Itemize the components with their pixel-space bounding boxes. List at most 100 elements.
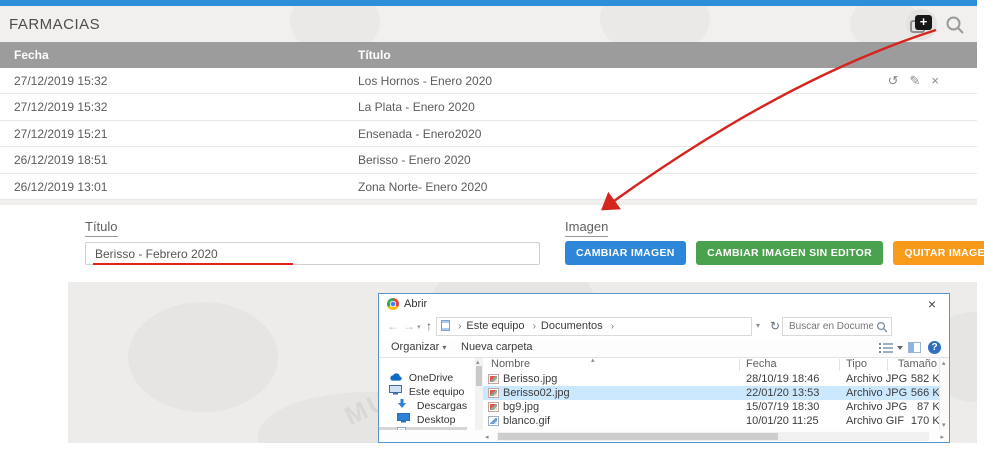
refresh-icon[interactable]: ↻: [770, 319, 780, 333]
column-header-fecha[interactable]: Fecha: [746, 358, 777, 370]
dialog-toolbar: Organizar ▾ Nueva carpeta ?: [379, 338, 949, 358]
file-row[interactable]: blanco.gif 10/01/20 11:25 Archivo GIF 17…: [483, 414, 945, 428]
cambiar-imagen-sin-editor-button[interactable]: CAMBIAR IMAGEN SIN EDITOR: [696, 241, 883, 265]
breadcrumb-folder[interactable]: Documentos: [541, 320, 603, 332]
column-header-fecha: Fecha: [14, 42, 49, 68]
preview-pane-icon[interactable]: [908, 342, 921, 353]
help-icon[interactable]: ?: [928, 341, 941, 354]
sidebar-item-onedrive[interactable]: OneDrive: [379, 371, 467, 385]
back-icon[interactable]: ←: [387, 319, 399, 333]
row-fecha: 27/12/2019 15:21: [14, 121, 107, 147]
sidebar-scrollbar[interactable]: ▴: [475, 358, 483, 430]
history-dropdown-icon[interactable]: ▾: [417, 323, 421, 331]
sidebar-item-label: Este equipo: [409, 386, 464, 398]
chevron-down-icon: ▾: [442, 343, 446, 352]
spellcheck-underline: [93, 263, 293, 265]
jpg-file-icon: [488, 402, 499, 412]
column-header-titulo: Título: [358, 42, 391, 68]
new-folder-button[interactable]: Nueva carpeta: [461, 338, 533, 357]
row-actions: ↺ ✎ ×: [877, 68, 939, 94]
chevron-right-icon: ›: [611, 321, 614, 332]
file-row[interactable]: bg9.jpg 15/07/19 18:30 Archivo JPG 87 KB: [483, 400, 945, 414]
file-list-vertical-scrollbar[interactable]: ▴ ▾: [939, 358, 950, 430]
row-titulo: Los Hornos - Enero 2020: [358, 68, 492, 94]
organize-label: Organizar: [391, 341, 439, 353]
row-fecha: 27/12/2019 15:32: [14, 68, 107, 94]
column-header-tipo[interactable]: Tipo: [846, 358, 867, 370]
table-row[interactable]: 26/12/2019 13:01 Zona Norte- Enero 2020: [0, 174, 977, 200]
scroll-down-icon[interactable]: ▾: [942, 421, 946, 429]
scroll-left-icon[interactable]: ◂: [485, 433, 489, 441]
file-date: 15/07/19 18:30: [746, 400, 819, 414]
file-size: 566 KB: [887, 386, 947, 400]
computer-icon: [389, 385, 403, 395]
horizontal-scrollbar[interactable]: [497, 432, 929, 441]
column-header-tamano[interactable]: Tamaño: [891, 358, 937, 370]
breadcrumb-device[interactable]: Este equipo: [466, 320, 524, 332]
breadcrumb[interactable]: › Este equipo › Documentos ›: [436, 317, 752, 336]
horizontal-scrollbar-row: ◂ ▸: [379, 430, 950, 443]
add-icon: +: [915, 15, 932, 30]
scroll-up-icon[interactable]: ▴: [942, 359, 946, 367]
scroll-right-icon[interactable]: ▸: [940, 433, 944, 441]
titulo-field-label: Título: [85, 219, 118, 237]
table-row[interactable]: 27/12/2019 15:32 La Plata - Enero 2020: [0, 94, 977, 120]
column-header-nombre[interactable]: Nombre: [491, 358, 530, 370]
sidebar-item-este-equipo[interactable]: Este equipo: [379, 385, 467, 399]
table-row[interactable]: 27/12/2019 15:21 Ensenada - Enero2020: [0, 121, 977, 147]
up-icon[interactable]: ↑: [426, 319, 432, 333]
chevron-right-icon: ›: [533, 321, 536, 332]
folder-location-icon: [441, 320, 450, 331]
onedrive-cloud-icon: [389, 372, 403, 381]
dialog-search-input[interactable]: [787, 319, 875, 334]
dialog-title: Abrir: [404, 298, 427, 310]
chrome-icon: [387, 298, 399, 310]
watermark-cloud-shape: [290, 6, 380, 42]
gif-file-icon: [488, 416, 499, 426]
address-dropdown-icon[interactable]: ▾: [756, 321, 760, 330]
table-header: Fecha Título: [0, 42, 977, 68]
quitar-imagen-button[interactable]: QUITAR IMAGEN: [893, 241, 984, 265]
file-row-selected[interactable]: Berisso02.jpg 22/01/20 13:53 Archivo JPG…: [483, 386, 945, 400]
row-titulo: Zona Norte- Enero 2020: [358, 174, 487, 200]
file-name: bg9.jpg: [503, 400, 539, 414]
organize-button[interactable]: Organizar ▾: [391, 338, 446, 357]
dialog-title-bar[interactable]: Abrir ×: [379, 294, 949, 315]
cambiar-imagen-button[interactable]: CAMBIAR IMAGEN: [565, 241, 686, 265]
edit-icon[interactable]: ✎: [910, 73, 921, 88]
row-titulo: Ensenada - Enero2020: [358, 121, 481, 147]
search-icon: [876, 321, 888, 333]
row-fecha: 27/12/2019 15:32: [14, 94, 107, 120]
scroll-up-icon[interactable]: ▴: [476, 358, 480, 366]
file-name: Berisso.jpg: [503, 372, 557, 386]
search-icon[interactable]: [945, 15, 965, 35]
row-titulo: Berisso - Enero 2020: [358, 147, 471, 173]
table-row[interactable]: 26/12/2019 18:51 Berisso - Enero 2020: [0, 147, 977, 173]
history-icon[interactable]: ↺: [888, 73, 899, 88]
download-arrow-icon: [397, 399, 411, 409]
table-row[interactable]: 27/12/2019 15:32 Los Hornos - Enero 2020…: [0, 68, 977, 94]
row-titulo: La Plata - Enero 2020: [358, 94, 475, 120]
pharmacy-admin-page: FARMACIAS + Fecha Título 27/12/2019 15:3…: [0, 0, 984, 470]
delete-icon[interactable]: ×: [931, 73, 939, 88]
sidebar-item-descargas[interactable]: Descargas: [379, 399, 467, 413]
scrollbar-thumb[interactable]: [498, 433, 778, 440]
forward-icon[interactable]: →: [403, 319, 415, 333]
chevron-right-icon: ›: [458, 321, 461, 332]
add-record-button[interactable]: +: [906, 9, 937, 40]
image-buttons-row: CAMBIAR IMAGEN CAMBIAR IMAGEN SIN EDITOR…: [565, 241, 984, 265]
file-open-dialog: Abrir × ← → ▾ ↑ › Este equipo › Documentos…: [378, 293, 950, 443]
row-fecha: 26/12/2019 13:01: [14, 174, 107, 200]
file-row[interactable]: Berisso.jpg 28/10/19 18:46 Archivo JPG 5…: [483, 372, 945, 386]
watermark-cloud-shape: [128, 302, 278, 412]
dialog-search-box[interactable]: [782, 317, 892, 336]
sidebar-item-desktop[interactable]: Desktop: [379, 413, 467, 427]
titulo-input[interactable]: [85, 242, 540, 265]
imagen-field-label: Imagen: [565, 219, 608, 237]
file-size: 582 KB: [887, 372, 947, 386]
scrollbar-thumb[interactable]: [476, 366, 482, 386]
view-options-icon[interactable]: [879, 342, 903, 354]
file-size: 87 KB: [887, 400, 947, 414]
dialog-close-icon[interactable]: ×: [928, 296, 936, 312]
desktop-icon: [397, 413, 411, 423]
